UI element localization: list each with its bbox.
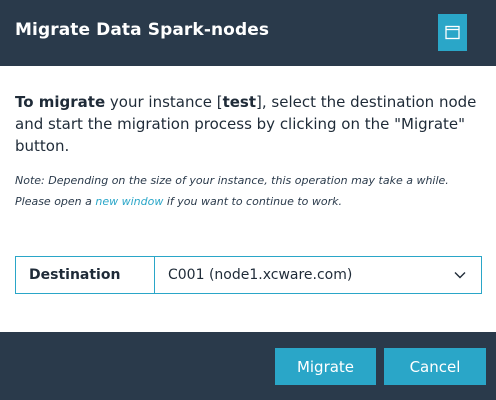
chevron-down-icon [454, 272, 466, 279]
intro-text: To migrate your instance [test], select … [15, 91, 485, 157]
dialog-title: Migrate Data Spark-nodes [15, 20, 270, 40]
new-window-link[interactable]: new window [95, 195, 163, 208]
destination-select[interactable]: C001 (node1.xcware.com) [155, 257, 481, 293]
intro-lead: To migrate [15, 93, 106, 111]
destination-label: Destination [16, 257, 155, 293]
dialog-header: Migrate Data Spark-nodes [0, 0, 496, 66]
destination-row: Destination C001 (node1.xcware.com) [15, 256, 482, 294]
window-toggle-button[interactable] [438, 14, 467, 51]
dialog-body: To migrate your instance [test], select … [0, 66, 496, 332]
instance-name: test [222, 93, 257, 111]
dialog-footer: Migrate Cancel [0, 332, 496, 400]
cancel-button[interactable]: Cancel [384, 348, 486, 385]
window-icon [445, 25, 460, 40]
note-text: Note: Depending on the size of your inst… [15, 170, 485, 212]
intro-text-part-1: your instance [ [105, 93, 223, 111]
migrate-button[interactable]: Migrate [275, 348, 376, 385]
destination-selected-value: C001 (node1.xcware.com) [168, 267, 353, 283]
note-text-part-2: if you want to continue to work. [163, 195, 343, 208]
